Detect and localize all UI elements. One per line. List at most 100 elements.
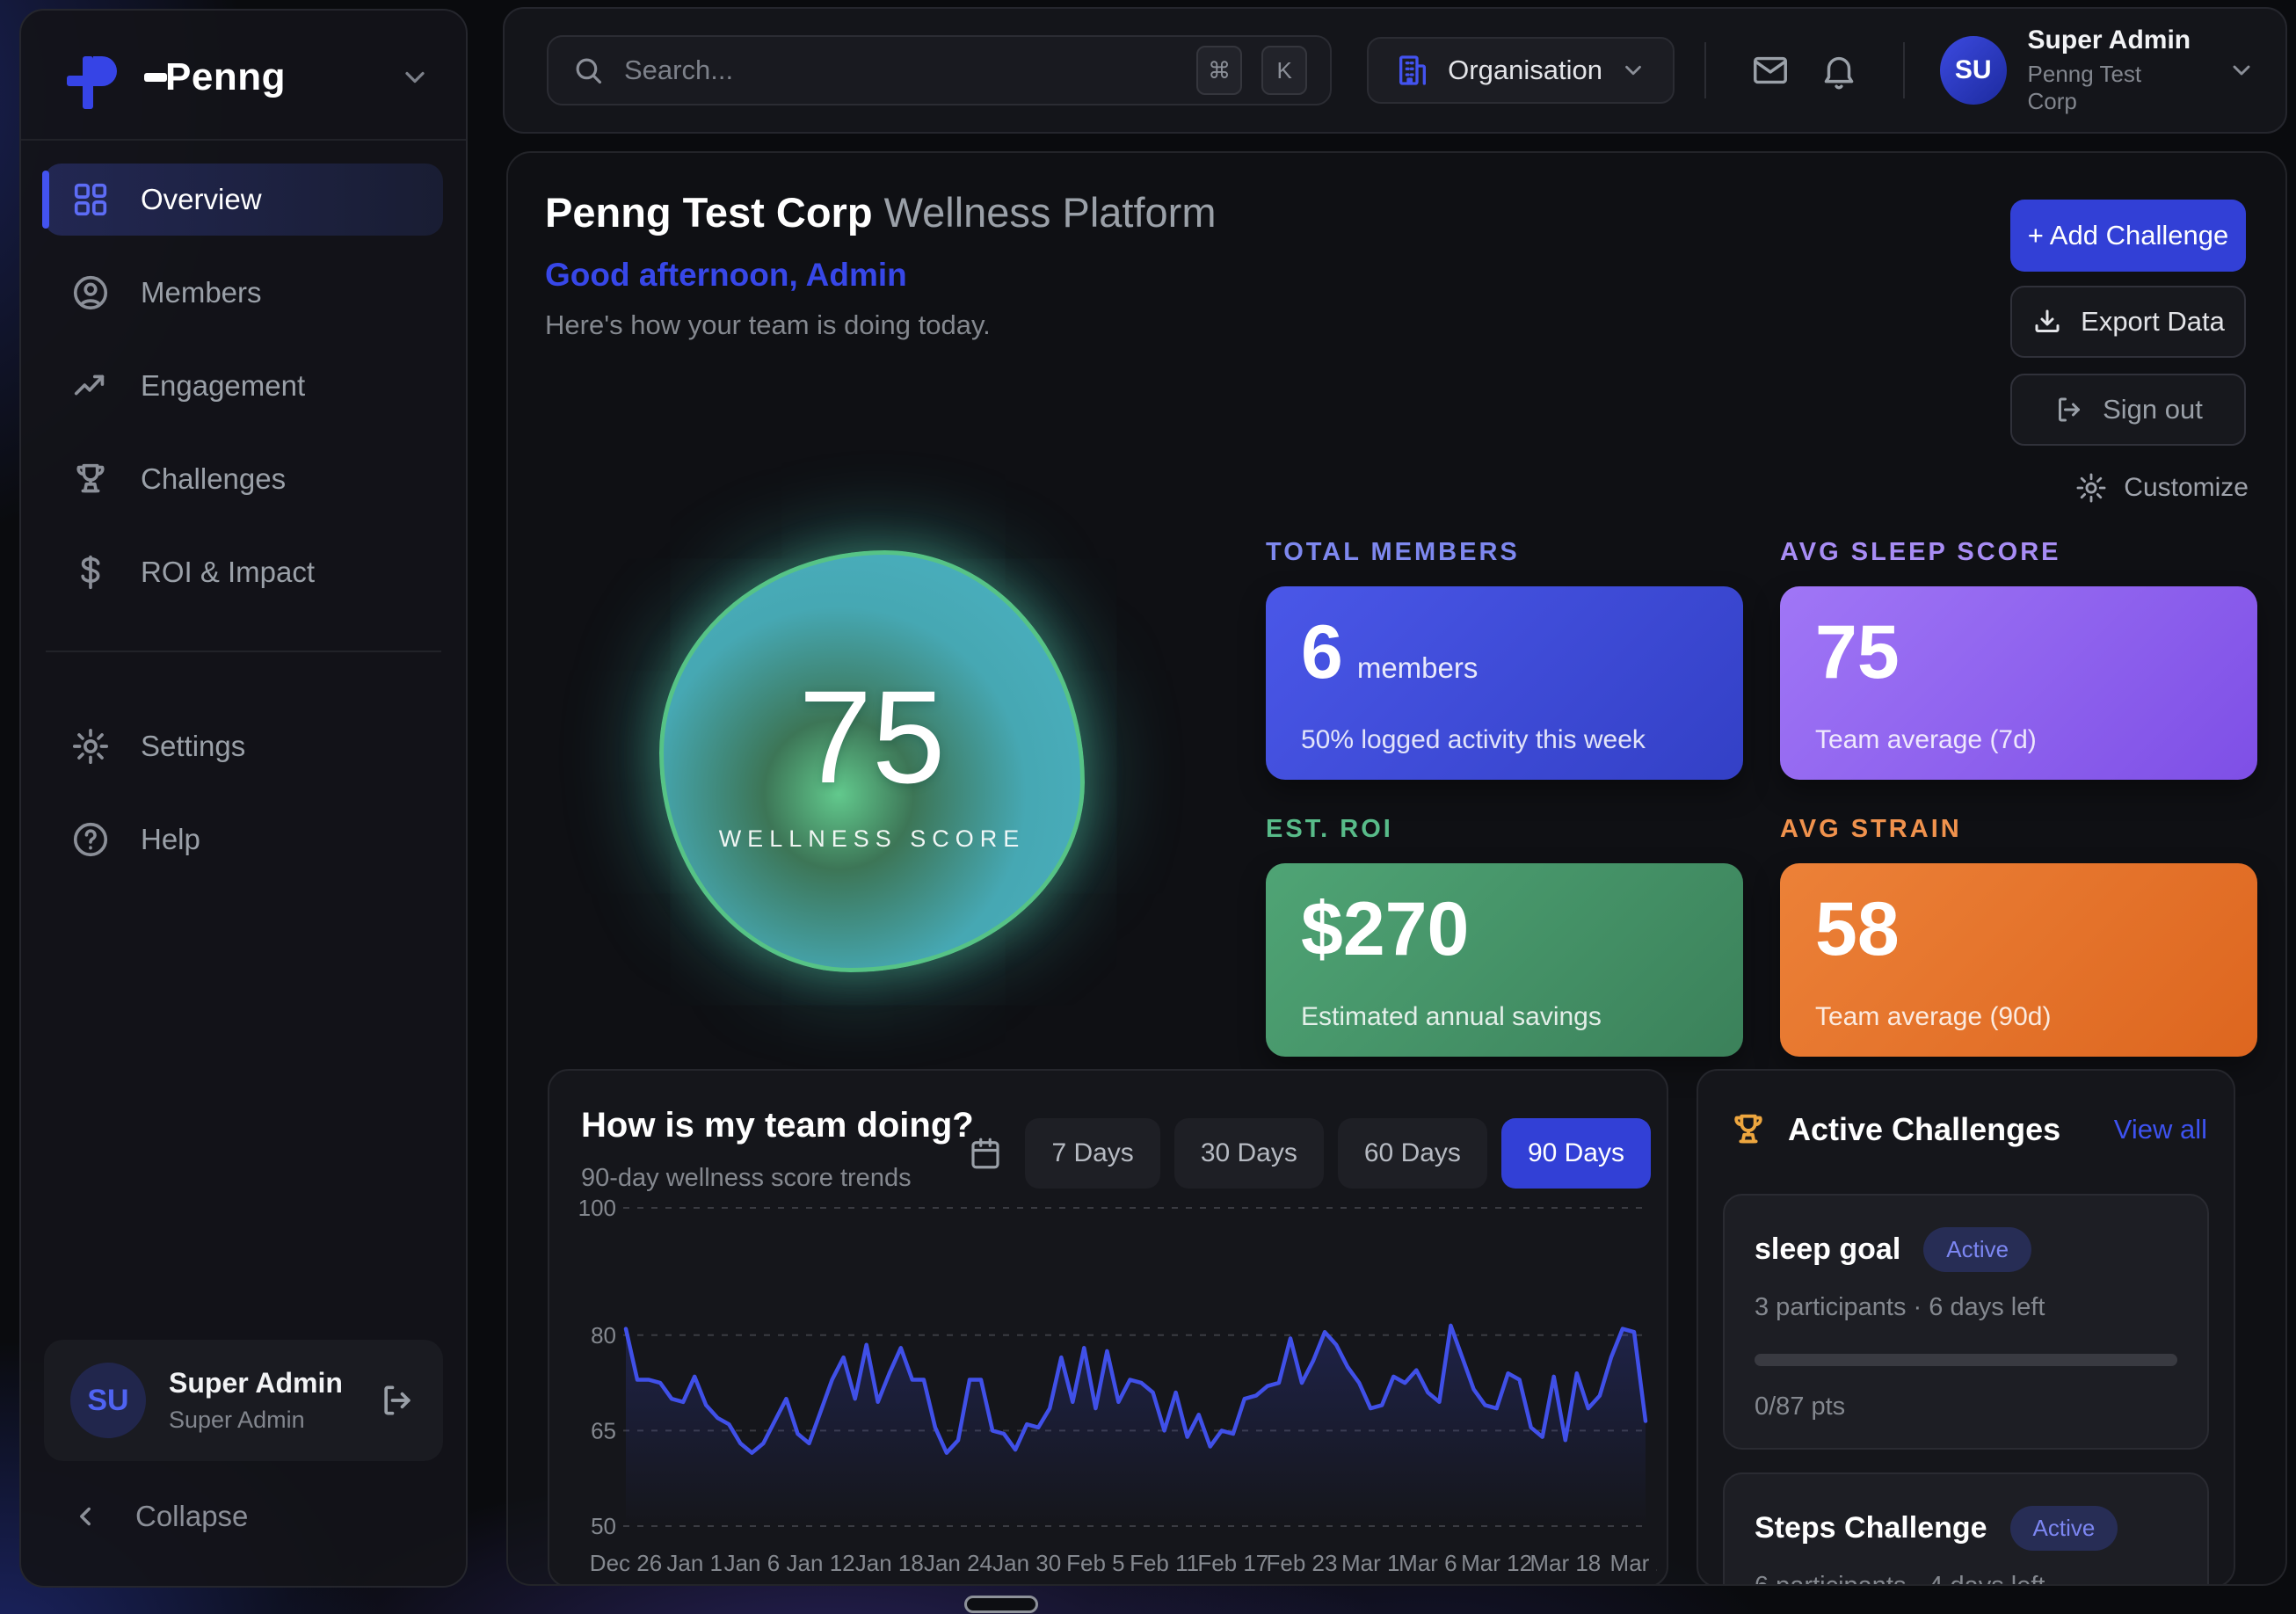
topbar-divider [1903, 42, 1905, 98]
svg-text:Mar 1: Mar 1 [1341, 1550, 1399, 1576]
svg-text:65: 65 [591, 1417, 616, 1443]
main-content: Penng Test Corp Wellness Platform Good a… [506, 151, 2287, 1586]
stat-card: 75Team average (7d) [1780, 586, 2257, 780]
sidebar-item-roi-impact[interactable]: ROI & Impact [44, 536, 443, 608]
mail-icon[interactable] [1736, 50, 1805, 91]
svg-text:Feb 17: Feb 17 [1197, 1550, 1268, 1576]
stat-value: 75 [1815, 613, 2222, 692]
chevron-down-icon [1620, 57, 1646, 84]
view-all-link[interactable]: View all [2114, 1114, 2207, 1145]
organisation-label: Organisation [1448, 55, 1602, 86]
sidebar-nav: Overview Members Engagement Challenges ROI &… [21, 141, 466, 629]
collapse-label: Collapse [135, 1500, 248, 1533]
avatar: SU [1940, 36, 2007, 105]
sidebar-item-members[interactable]: Members [44, 257, 443, 329]
challenge-card-steps-challenge[interactable]: Steps ChallengeActive6 participants · 4 … [1723, 1472, 2209, 1586]
range-button-60-days[interactable]: 60 Days [1338, 1118, 1487, 1189]
svg-text:Mar 25: Mar 25 [1610, 1550, 1657, 1576]
sidebar: Penng Overview Members Engagement Challenge… [19, 9, 468, 1588]
trend-line-chart: 100806550Dec 26Jan 1Jan 6Jan 12Jan 18Jan… [567, 1194, 1657, 1586]
stat-label: EST. ROI [1266, 815, 1743, 844]
stat-label: AVG STRAIN [1780, 815, 2257, 844]
user-name: Super Admin [2028, 25, 2192, 55]
svg-text:Dec 26: Dec 26 [590, 1550, 662, 1576]
chevron-left-icon [70, 1501, 100, 1531]
topbar-user-menu[interactable]: SU Super Admin Penng Test Corp [1940, 25, 2256, 115]
chart-subtitle: 90-day wellness score trends [581, 1164, 912, 1193]
sidebar-item-help[interactable]: Help [44, 803, 443, 876]
svg-text:Jan 30: Jan 30 [992, 1550, 1061, 1576]
stat-label: AVG SLEEP SCORE [1780, 538, 2257, 567]
svg-text:50: 50 [591, 1513, 616, 1539]
download-icon [2031, 306, 2063, 338]
export-data-button[interactable]: Export Data [2010, 286, 2246, 358]
organisation-dropdown[interactable]: Organisation [1367, 37, 1675, 104]
sidebar-item-label: Settings [141, 730, 245, 763]
svg-text:Jan 6: Jan 6 [724, 1550, 781, 1576]
stat-label: TOTAL MEMBERS [1266, 538, 1743, 567]
app-root: Penng Overview Members Engagement Challenge… [0, 0, 2296, 1614]
svg-text:Mar 6: Mar 6 [1399, 1550, 1457, 1576]
brand-name: Penng [144, 55, 286, 99]
svg-text:Mar 12: Mar 12 [1461, 1550, 1532, 1576]
wellness-score-blob: 75 WELLNESS SCORE [659, 550, 1085, 972]
range-button-90-days[interactable]: 90 Days [1501, 1118, 1651, 1189]
logout-icon[interactable] [378, 1381, 417, 1420]
wellness-score-label: WELLNESS SCORE [719, 825, 1026, 853]
add-challenge-button[interactable]: + Add Challenge [2010, 200, 2246, 272]
svg-text:Jan 1: Jan 1 [666, 1550, 723, 1576]
stat-total-members: TOTAL MEMBERS6members50% logged activity… [1266, 538, 1743, 780]
dashboard-icon [70, 179, 111, 220]
challenges-header: Active Challenges View all [1698, 1071, 2234, 1150]
range-selector: 7 Days30 Days60 Days90 Days [967, 1118, 1651, 1189]
k-key-badge: K [1261, 46, 1307, 95]
sidebar-item-label: ROI & Impact [141, 556, 315, 589]
sidebar-item-engagement[interactable]: Engagement [44, 350, 443, 422]
svg-text:Feb 5: Feb 5 [1066, 1550, 1125, 1576]
sidebar-item-label: Overview [141, 183, 262, 216]
stat-value: 58 [1815, 890, 2222, 969]
calendar-icon [967, 1135, 1004, 1172]
search-input[interactable] [624, 55, 1177, 86]
gear-icon [2074, 471, 2108, 505]
stat-est-roi: EST. ROI$270Estimated annual savings [1266, 815, 1743, 1057]
topbar-divider [1704, 42, 1706, 98]
customize-button[interactable]: Customize [1950, 471, 2249, 505]
svg-text:Jan 24: Jan 24 [924, 1550, 992, 1576]
progress-bar [1755, 1354, 2177, 1366]
range-button-30-days[interactable]: 30 Days [1174, 1118, 1324, 1189]
stat-avg-sleep-score: AVG SLEEP SCORE 75Team average (7d) [1780, 538, 2257, 780]
svg-text:Jan 12: Jan 12 [787, 1550, 855, 1576]
sign-out-button[interactable]: Sign out [2010, 374, 2246, 446]
sidebar-user-card[interactable]: SU Super Admin Super Admin [44, 1340, 443, 1461]
sidebar-item-label: Members [141, 276, 262, 309]
greeting-subtitle: Here's how your team is doing today. [545, 309, 991, 341]
search-box[interactable]: ⌘ K [547, 35, 1332, 105]
collapse-button[interactable]: Collapse [21, 1461, 466, 1586]
challenge-name: sleep goal [1755, 1232, 1900, 1267]
greeting: Good afternoon, Admin [545, 257, 907, 294]
stat-card: 58Team average (90d) [1780, 863, 2257, 1057]
home-indicator[interactable] [964, 1596, 1038, 1613]
range-button-7-days[interactable]: 7 Days [1025, 1118, 1159, 1189]
sidebar-item-settings[interactable]: Settings [44, 710, 443, 782]
sidebar-item-overview[interactable]: Overview [44, 164, 443, 236]
brand-row[interactable]: Penng [21, 11, 466, 141]
gear-icon [70, 726, 111, 767]
sidebar-item-label: Engagement [141, 369, 305, 403]
sidebar-item-challenges[interactable]: Challenges [44, 443, 443, 515]
svg-text:Feb 11: Feb 11 [1130, 1550, 1199, 1576]
topbar: ⌘ K Organisation SU Super Admin Penng Te… [503, 7, 2287, 134]
challenge-card-sleep-goal[interactable]: sleep goalActive3 participants · 6 days … [1723, 1194, 2209, 1450]
building-icon [1395, 53, 1430, 88]
stat-value: $270 [1301, 890, 1708, 969]
avatar: SU [70, 1363, 146, 1438]
chevron-down-icon[interactable] [399, 62, 431, 93]
svg-text:Feb 23: Feb 23 [1267, 1550, 1338, 1576]
challenge-meta: 6 participants · 4 days left [1755, 1572, 2177, 1586]
page-title: Penng Test Corp Wellness Platform [545, 188, 1216, 236]
stat-suffix: members [1357, 653, 1479, 684]
bell-icon[interactable] [1805, 50, 1873, 91]
svg-text:Mar 18: Mar 18 [1529, 1550, 1601, 1576]
logout-icon [2053, 394, 2085, 425]
